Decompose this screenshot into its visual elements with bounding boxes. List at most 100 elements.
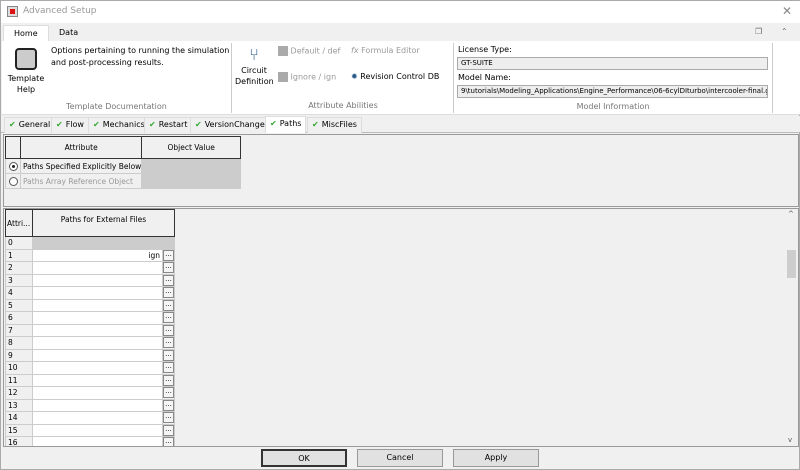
tab-paths[interactable]: ✔ Paths bbox=[265, 116, 307, 133]
browse-cell: ... bbox=[162, 373, 175, 387]
path-cell[interactable] bbox=[32, 336, 163, 350]
tab-versionchanges[interactable]: ✔ VersionChanges bbox=[190, 117, 274, 133]
scrollbar-thumb[interactable] bbox=[787, 250, 796, 278]
browse-button[interactable]: ... bbox=[163, 274, 174, 286]
browse-cell: ... bbox=[162, 423, 175, 437]
path-cell[interactable] bbox=[32, 273, 163, 287]
table-row: 2... bbox=[5, 261, 175, 275]
browse-cell: ... bbox=[162, 286, 175, 300]
browse-cell: ... bbox=[162, 261, 175, 275]
row-label: Paths Specified Explicitly Below bbox=[19, 158, 143, 174]
close-icon[interactable]: ✕ bbox=[782, 4, 792, 18]
formula-editor-button[interactable]: fx Formula Editor bbox=[351, 46, 420, 55]
table-row: 10... bbox=[5, 361, 175, 375]
browse-button[interactable]: ... bbox=[163, 287, 174, 299]
browse-button[interactable]: ... bbox=[163, 262, 174, 274]
row-index: 8 bbox=[5, 336, 33, 350]
browse-button[interactable]: ... bbox=[163, 299, 174, 311]
row-index: 15 bbox=[5, 423, 33, 437]
row-index: 13 bbox=[5, 398, 33, 412]
browse-button[interactable]: ... bbox=[163, 424, 174, 436]
ok-button[interactable]: OK bbox=[261, 449, 347, 467]
path-cell[interactable] bbox=[32, 261, 163, 275]
sheet-tabs: ✔ General ✔ Flow ✔ Mechanics ✔ Restart ✔ Vers… bbox=[1, 116, 800, 133]
revision-control-label: Revision Control DB bbox=[360, 72, 440, 81]
circuit-definition-button[interactable]: ⑂ Circuit Definition bbox=[235, 45, 274, 87]
browse-cell: ... bbox=[162, 348, 175, 362]
browse-button[interactable]: ... bbox=[163, 312, 174, 324]
row-index: 16 bbox=[5, 436, 33, 446]
check-icon: ✔ bbox=[149, 120, 156, 129]
table-row: 4... bbox=[5, 286, 175, 300]
tab-label: MiscFiles bbox=[321, 120, 357, 129]
path-cell[interactable]: ign bbox=[32, 248, 163, 262]
header-blank bbox=[5, 136, 21, 159]
apply-button[interactable]: Apply bbox=[453, 449, 539, 467]
cancel-button[interactable]: Cancel bbox=[357, 449, 443, 467]
ignore-ign-label: Ignore / ign bbox=[290, 72, 337, 82]
tab-mechanics[interactable]: ✔ Mechanics bbox=[88, 117, 150, 133]
default-def-button[interactable]: Default / def bbox=[278, 46, 340, 56]
path-cell[interactable] bbox=[32, 286, 163, 300]
path-cell[interactable] bbox=[32, 398, 163, 412]
revision-control-button[interactable]: ✹ Revision Control DB bbox=[351, 72, 439, 81]
tab-label: Mechanics bbox=[102, 120, 145, 129]
row-index: 0 bbox=[5, 236, 33, 250]
header-attribute: Attribute bbox=[19, 136, 143, 159]
tab-flow[interactable]: ✔ Flow bbox=[51, 117, 89, 133]
browse-button[interactable]: ... bbox=[163, 374, 174, 386]
tab-label: Restart bbox=[158, 120, 188, 129]
tab-miscfiles[interactable]: ✔ MiscFiles bbox=[307, 117, 362, 133]
path-cell[interactable] bbox=[32, 311, 163, 325]
browse-button[interactable]: ... bbox=[163, 437, 174, 446]
path-cell[interactable] bbox=[32, 348, 163, 362]
table-row: 9... bbox=[5, 348, 175, 362]
tab-label: Paths bbox=[279, 119, 302, 128]
browse-button[interactable]: ... bbox=[163, 412, 174, 424]
radio-paths-explicit[interactable] bbox=[8, 161, 18, 171]
tab-restart[interactable]: ✔ Restart bbox=[144, 117, 193, 133]
path-cell[interactable] bbox=[32, 298, 163, 312]
template-help-label: Template Help bbox=[7, 74, 45, 94]
restore-icon[interactable]: ❐ bbox=[755, 27, 762, 36]
browse-button[interactable]: ... bbox=[163, 249, 174, 261]
browse-button[interactable]: ... bbox=[163, 324, 174, 336]
path-cell[interactable] bbox=[32, 323, 163, 337]
browse-button[interactable]: ... bbox=[163, 399, 174, 411]
group-template-documentation: Template Documentation bbox=[66, 102, 167, 111]
path-cell[interactable] bbox=[32, 386, 163, 400]
ignore-ign-button[interactable]: Ignore / ign bbox=[278, 72, 336, 82]
path-cell[interactable] bbox=[32, 411, 163, 425]
path-cell[interactable] bbox=[32, 436, 163, 446]
tab-home[interactable]: Home bbox=[3, 25, 49, 42]
tab-general[interactable]: ✔ General bbox=[4, 117, 56, 133]
ribbon-tabs: Home Data ❐ ⌃ bbox=[1, 23, 800, 42]
row-index: 7 bbox=[5, 323, 33, 337]
circuit-definition-label: Circuit Definition bbox=[235, 66, 274, 86]
vertical-scrollbar[interactable]: ^ v bbox=[785, 210, 798, 446]
check-icon: ✔ bbox=[56, 120, 63, 129]
row-index: 1 bbox=[5, 248, 33, 262]
divider bbox=[772, 43, 773, 113]
template-help-button[interactable]: Template Help bbox=[6, 45, 46, 95]
browse-button[interactable]: ... bbox=[163, 387, 174, 399]
path-cell[interactable] bbox=[32, 361, 163, 375]
radio-paths-array[interactable] bbox=[8, 176, 18, 186]
browse-button[interactable]: ... bbox=[163, 362, 174, 374]
browse-button[interactable]: ... bbox=[163, 337, 174, 349]
scroll-down-icon[interactable]: v bbox=[788, 436, 792, 444]
header-attribute: Attri... bbox=[5, 209, 33, 237]
table-row: 3... bbox=[5, 273, 175, 287]
object-value-cell bbox=[141, 173, 241, 189]
tab-data[interactable]: Data bbox=[49, 25, 88, 42]
attribute-table: Attribute Object Value Paths Specified E… bbox=[5, 136, 241, 189]
path-cell[interactable] bbox=[32, 423, 163, 437]
window-title: Advanced Setup bbox=[23, 6, 97, 16]
scroll-up-icon[interactable]: ^ bbox=[788, 210, 794, 218]
paths-panel: Attri... Paths for External Files 0 1 ign.… bbox=[3, 208, 799, 447]
browse-button[interactable]: ... bbox=[163, 349, 174, 361]
collapse-ribbon-icon[interactable]: ⌃ bbox=[781, 27, 788, 36]
path-cell bbox=[32, 236, 175, 250]
row-index: 12 bbox=[5, 386, 33, 400]
path-cell[interactable] bbox=[32, 373, 163, 387]
